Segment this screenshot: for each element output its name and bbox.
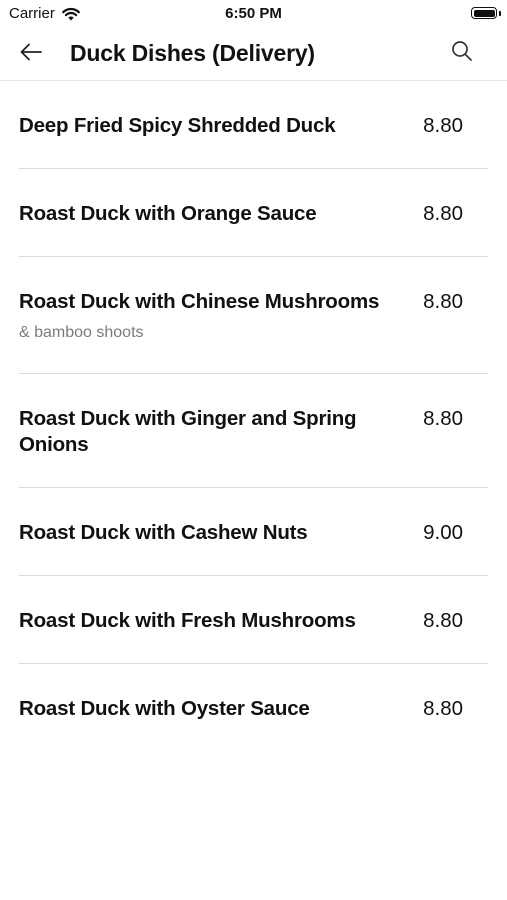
item-name: Roast Duck with Orange Sauce bbox=[19, 202, 317, 225]
page-title: Duck Dishes (Delivery) bbox=[70, 40, 315, 66]
item-price: 8.80 bbox=[423, 697, 463, 720]
menu-item-roast-duck-fresh-mushrooms[interactable]: Roast Duck with Fresh Mushrooms 8.80 bbox=[19, 576, 488, 664]
search-button[interactable] bbox=[450, 40, 474, 67]
item-price: 9.00 bbox=[423, 521, 463, 544]
menu-item-roast-duck-orange-sauce[interactable]: Roast Duck with Orange Sauce 8.80 bbox=[19, 169, 488, 257]
item-name: Roast Duck with Cashew Nuts bbox=[19, 521, 308, 544]
item-price: 8.80 bbox=[423, 202, 463, 225]
status-bar: Carrier 6:50 PM bbox=[0, 0, 507, 28]
item-price: 8.80 bbox=[423, 609, 463, 632]
item-name: Roast Duck with Fresh Mushrooms bbox=[19, 609, 356, 632]
menu-list: Deep Fried Spicy Shredded Duck 8.80 Roas… bbox=[0, 81, 507, 752]
menu-item-roast-duck-cashew-nuts[interactable]: Roast Duck with Cashew Nuts 9.00 bbox=[19, 488, 488, 576]
item-name: Roast Duck with Ginger and Spring Onions bbox=[19, 407, 357, 456]
item-price: 8.80 bbox=[423, 290, 463, 313]
item-price: 8.80 bbox=[423, 114, 463, 137]
nav-bar: Duck Dishes (Delivery) bbox=[0, 28, 507, 81]
search-icon bbox=[451, 40, 473, 67]
back-button[interactable] bbox=[18, 41, 44, 67]
menu-item-roast-duck-chinese-mushrooms[interactable]: Roast Duck with Chinese Mushrooms & bamb… bbox=[19, 257, 488, 374]
item-name: Roast Duck with Oyster Sauce bbox=[19, 697, 310, 720]
menu-item-deep-fried-spicy-shredded-duck[interactable]: Deep Fried Spicy Shredded Duck 8.80 bbox=[19, 81, 488, 169]
battery-cap bbox=[499, 11, 501, 16]
battery-level bbox=[473, 9, 495, 17]
menu-item-roast-duck-oyster-sauce[interactable]: Roast Duck with Oyster Sauce 8.80 bbox=[19, 664, 488, 752]
status-time: 6:50 PM bbox=[225, 5, 282, 22]
item-name: Roast Duck with Chinese Mushrooms bbox=[19, 290, 380, 313]
arrow-left-icon bbox=[19, 42, 43, 67]
item-description: & bamboo shoots bbox=[19, 324, 144, 341]
item-price: 8.80 bbox=[423, 407, 463, 430]
item-name: Deep Fried Spicy Shredded Duck bbox=[19, 114, 336, 137]
battery-icon bbox=[471, 7, 497, 19]
menu-item-roast-duck-ginger-spring-onions[interactable]: Roast Duck with Ginger and Spring Onions… bbox=[19, 374, 488, 488]
